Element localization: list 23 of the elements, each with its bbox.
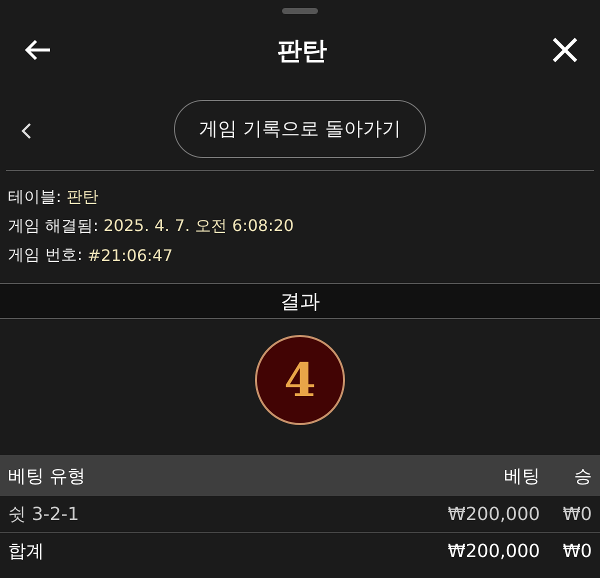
- chevron-left-icon[interactable]: [20, 122, 32, 140]
- column-header: 베팅: [504, 464, 540, 488]
- table-cell-text: 합계: [8, 540, 45, 563]
- info-value: 판탄: [66, 186, 98, 208]
- info-value: #21:06:47: [87, 246, 173, 264]
- column-header: 베팅 유형: [8, 464, 87, 488]
- result-ball: 4: [255, 335, 345, 425]
- info-label: 게임 해결됨:: [8, 216, 98, 236]
- result-heading: 결과: [0, 283, 600, 319]
- table-cell: ₩200,000: [448, 504, 540, 524]
- close-icon[interactable]: [552, 37, 578, 63]
- info-label: 게임 번호:: [8, 244, 82, 266]
- drag-handle[interactable]: [282, 8, 318, 14]
- table-cell-text: ₩0: [562, 504, 592, 524]
- table-cell-text: ₩0: [562, 540, 592, 562]
- back-to-history-button[interactable]: 게임 기록으로 돌아가기: [174, 100, 426, 158]
- table-cell: ₩200,000: [448, 540, 540, 562]
- info-value: 2025. 4. 7. 오전 6:08:20: [103, 216, 294, 236]
- table-cell-text: 쉿 3-2-1: [8, 503, 80, 526]
- column-header: 승: [573, 464, 592, 488]
- info-label: 테이블:: [8, 186, 62, 208]
- page-title: 판탄: [277, 34, 327, 66]
- back-arrow-icon[interactable]: [24, 38, 52, 62]
